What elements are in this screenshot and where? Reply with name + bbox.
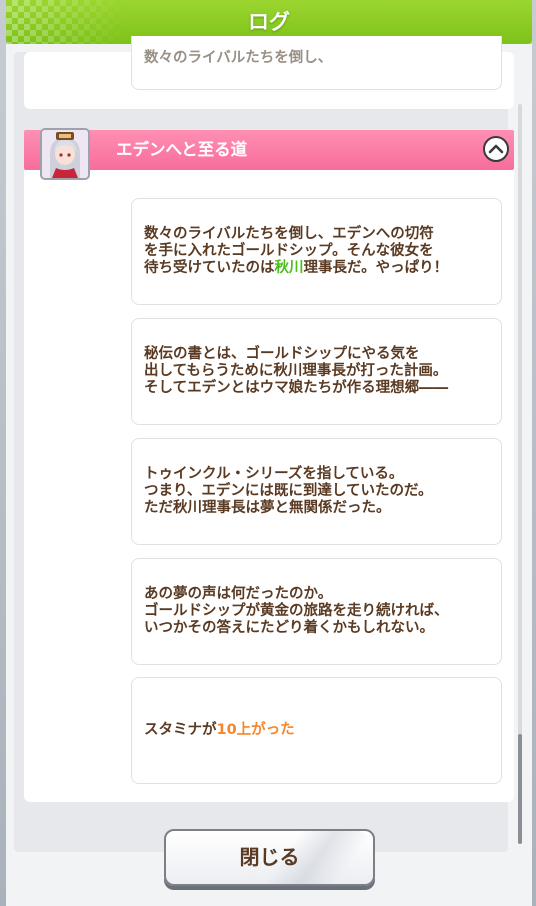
message-line: を手に入れたゴールドシップ。そんな彼女を bbox=[144, 243, 489, 260]
message-text: あの夢の声は何だったのか。 bbox=[144, 586, 333, 602]
message-box: トゥインクル・シリーズを指している。 つまり、エデンには既に到達していたのだ。 ただ… bbox=[131, 438, 502, 545]
message-text: 秘伝の書とは、ゴールドシップにやる気を bbox=[144, 346, 420, 362]
message-line: つまり、エデンには既に到達していたのだ。 bbox=[144, 483, 489, 500]
message-text: 理事長だ。やっぱり！ bbox=[303, 260, 449, 276]
entry-header[interactable]: エデンへと至る道 bbox=[24, 130, 514, 170]
previous-message-box: 数々のライバルたちを倒し、 bbox=[131, 36, 502, 90]
character-portrait-icon bbox=[42, 130, 88, 178]
message-line: 待ち受けていたのは秋川理事長だ。やっぱり！ bbox=[144, 260, 489, 277]
message-line: ただ秋川理事長は夢と無関係だった。 bbox=[144, 500, 489, 517]
message-text: ゴールドシップが黄金の旅路を走り続ければ、 bbox=[144, 603, 449, 619]
message-text: そしてエデンとはウマ娘たちが作る理想郷―― bbox=[144, 380, 449, 396]
message-text: いつかその答えにたどり着くかもしれない。 bbox=[144, 620, 434, 636]
character-avatar bbox=[40, 128, 90, 180]
message-text: つまり、エデンには既に到達していたのだ。 bbox=[144, 483, 433, 499]
message-box: スタミナが10上がった bbox=[131, 677, 502, 784]
message-text: ただ秋川理事長は夢と無関係だった。 bbox=[144, 500, 391, 516]
message-box: 数々のライバルたちを倒し、エデンへの切符 を手に入れたゴールドシップ。そんな彼女を… bbox=[131, 198, 502, 305]
message-line: 出してもらうために秋川理事長が打った計画。 bbox=[144, 363, 489, 380]
message-text: スタミナが bbox=[144, 722, 217, 738]
message-line: スタミナが10上がった bbox=[144, 722, 489, 739]
message-text: 数々のライバルたちを倒し、エデンへの切符 bbox=[144, 226, 434, 242]
close-button[interactable]: 閉じる bbox=[164, 829, 375, 886]
message-line: あの夢の声は何だったのか。 bbox=[144, 586, 489, 603]
highlight-text: 10上がった bbox=[216, 722, 295, 738]
previous-message-text: 数々のライバルたちを倒し、 bbox=[144, 50, 333, 66]
scrollbar-track[interactable] bbox=[518, 104, 522, 844]
collapse-button[interactable] bbox=[483, 136, 509, 162]
message-text: を手に入れたゴールドシップ。そんな彼女を bbox=[144, 243, 434, 259]
message-line: いつかその答えにたどり着くかもしれない。 bbox=[144, 620, 489, 637]
scrollbar-thumb[interactable] bbox=[518, 734, 522, 844]
message-box: あの夢の声は何だったのか。 ゴールドシップが黄金の旅路を走り続ければ、 いつかその答… bbox=[131, 558, 502, 665]
message-line: 数々のライバルたちを倒し、エデンへの切符 bbox=[144, 226, 489, 243]
message-text: トゥインクル・シリーズを指している。 bbox=[144, 466, 404, 482]
message-line: 秘伝の書とは、ゴールドシップにやる気を bbox=[144, 346, 489, 363]
message-line: ゴールドシップが黄金の旅路を走り続ければ、 bbox=[144, 603, 489, 620]
message-line: そしてエデンとはウマ娘たちが作る理想郷―― bbox=[144, 380, 489, 397]
message-text: 出してもらうために秋川理事長が打った計画。 bbox=[144, 363, 448, 379]
entry-title: エデンへと至る道 bbox=[116, 140, 248, 159]
message-line: トゥインクル・シリーズを指している。 bbox=[144, 466, 489, 483]
highlight-text: 秋川 bbox=[274, 260, 304, 276]
message-text: 待ち受けていたのは bbox=[144, 260, 275, 276]
chevron-up-icon bbox=[488, 144, 504, 154]
close-button-label: 閉じる bbox=[239, 845, 300, 869]
message-box: 秘伝の書とは、ゴールドシップにやる気を 出してもらうために秋川理事長が打った計画。… bbox=[131, 318, 502, 425]
